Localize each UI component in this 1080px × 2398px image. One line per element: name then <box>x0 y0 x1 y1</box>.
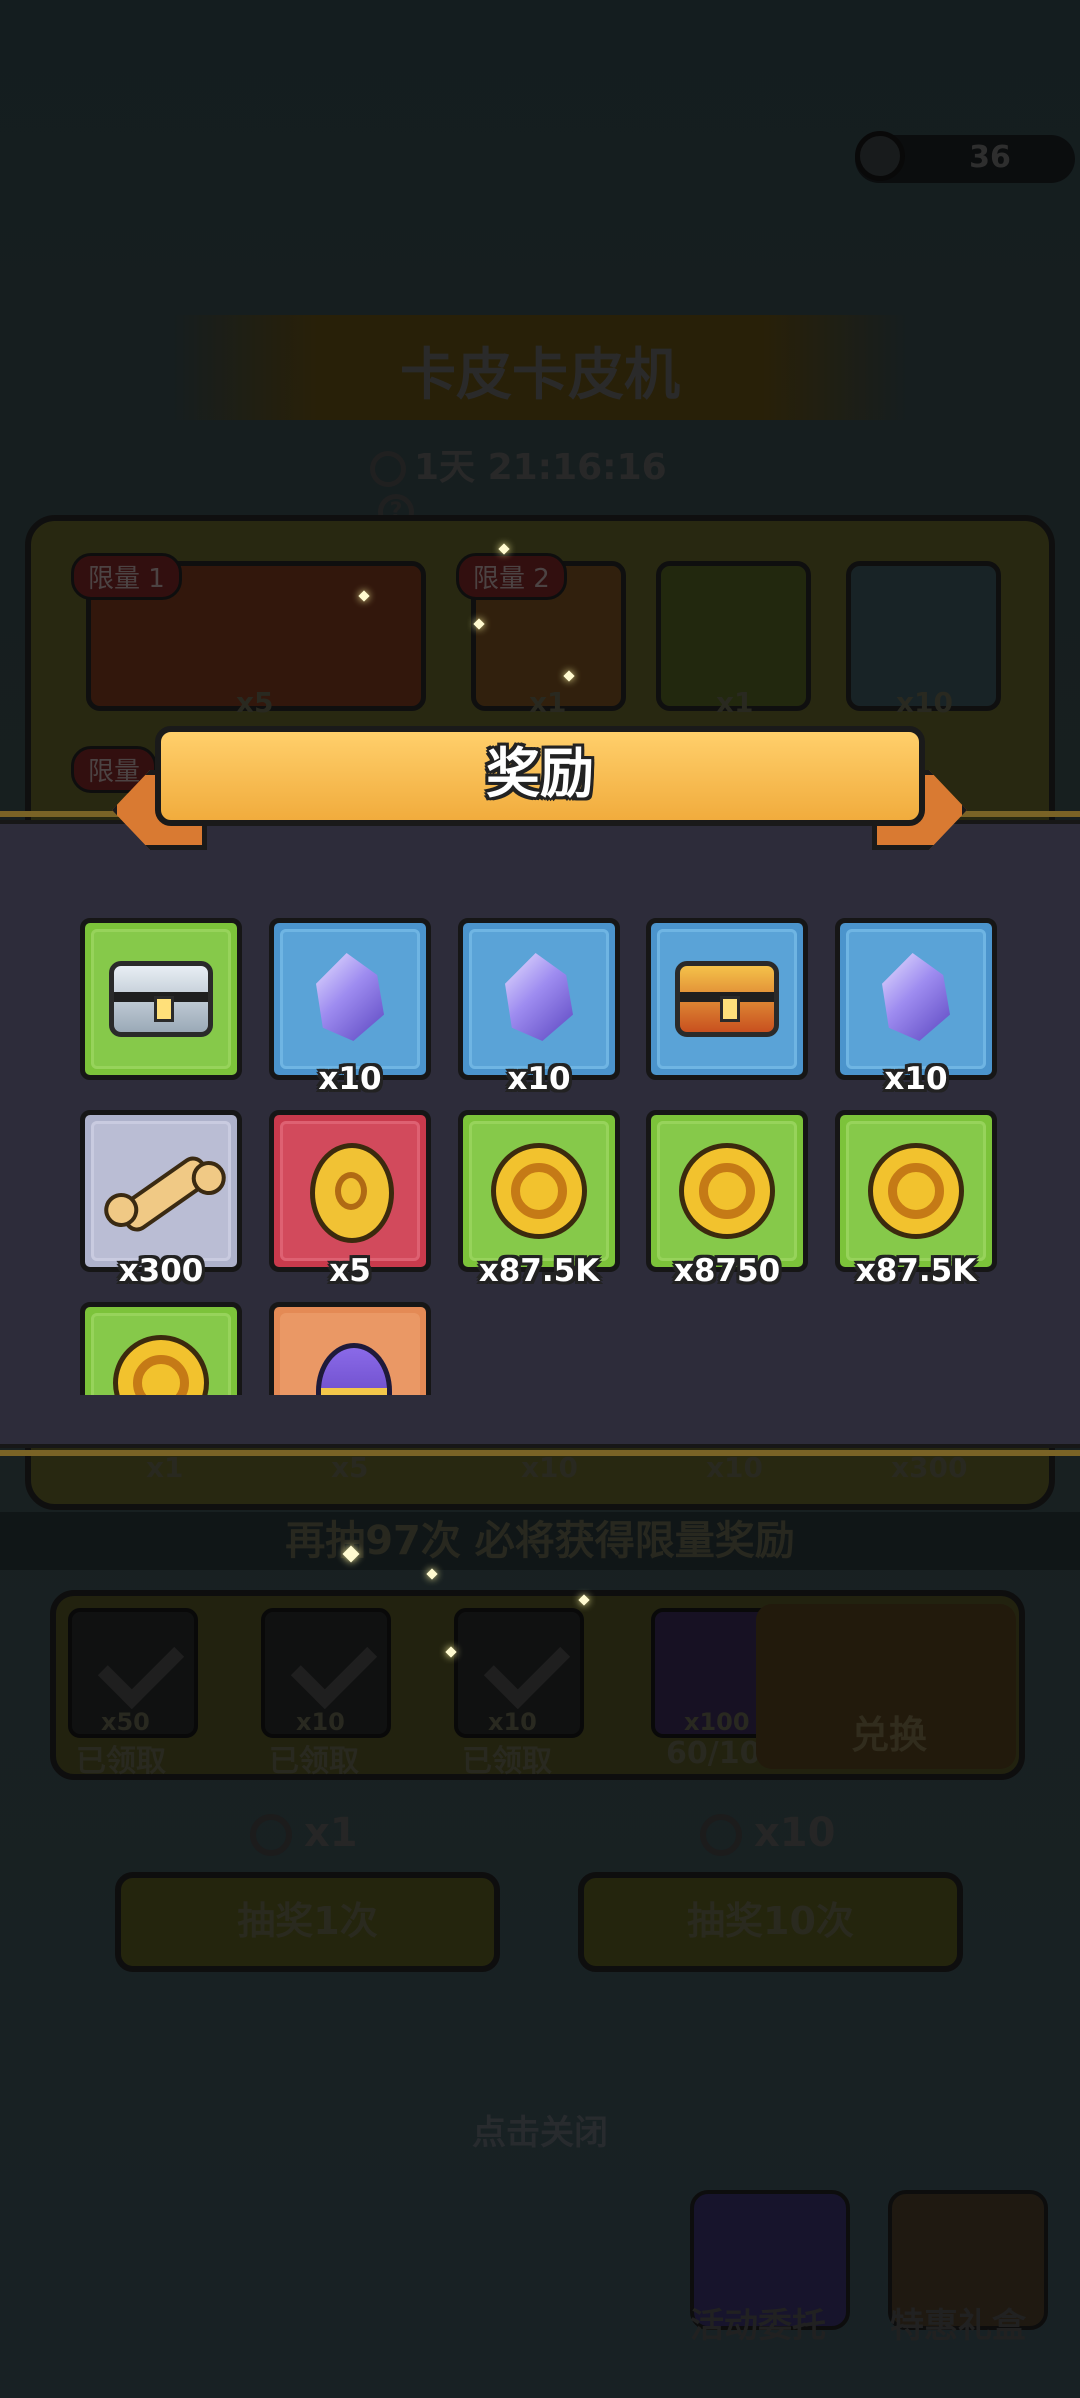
gold-coin-icon <box>491 1143 587 1239</box>
reward-item <box>80 918 242 1080</box>
reward-item <box>269 1302 431 1395</box>
golden-chest-icon <box>675 961 779 1037</box>
reward-item <box>80 1302 242 1395</box>
pet-coin-icon <box>310 1143 394 1243</box>
reward-item: x10 <box>835 918 997 1097</box>
modal-trim-bottom <box>0 1450 1080 1456</box>
silver-chest-icon <box>109 961 213 1037</box>
reward-item: x10 <box>269 918 431 1097</box>
reward-item: x300 <box>80 1110 242 1289</box>
reward-item: x87.5K <box>835 1110 997 1289</box>
gold-coin-icon <box>868 1143 964 1239</box>
modal-title: 奖励 <box>155 726 925 826</box>
gold-coin-icon <box>679 1143 775 1239</box>
reward-grid: x10 x10 x10 x300 x5 x87.5K x8750 x87.5K <box>0 900 1080 1395</box>
reward-item: x8750 <box>646 1110 808 1289</box>
reward-item: x10 <box>458 918 620 1097</box>
reward-item <box>646 918 808 1080</box>
reward-item: x87.5K <box>458 1110 620 1289</box>
reward-item: x5 <box>269 1110 431 1289</box>
